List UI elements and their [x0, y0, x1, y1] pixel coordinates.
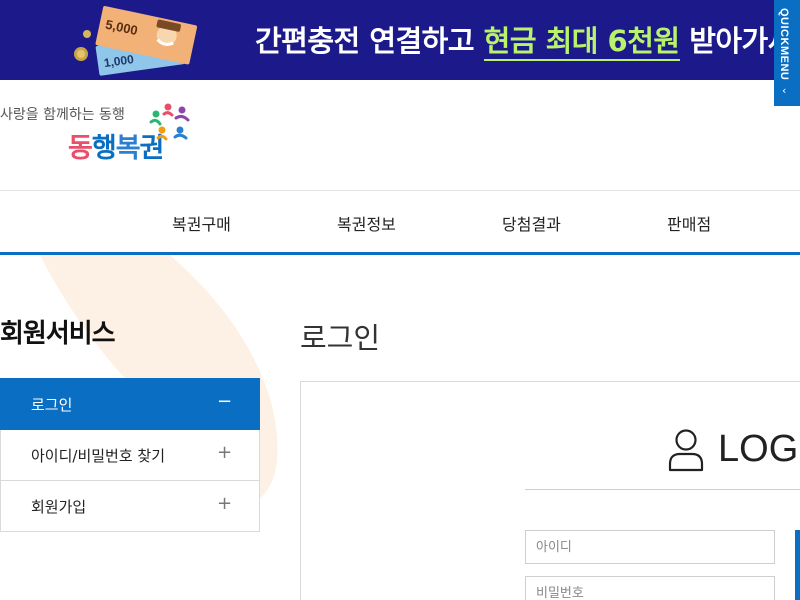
main-navigation: 복권구매 복권정보 당첨결과 판매점 [0, 191, 800, 253]
nav-item-results[interactable]: 당첨결과 [502, 211, 561, 235]
password-input[interactable] [525, 576, 775, 600]
chevron-left-icon: ‹ [782, 84, 787, 97]
sidebar-item-label: 로그인 [31, 396, 73, 414]
logo-char-1: 동 [68, 133, 93, 164]
logo-tagline: 사랑을 함께하는 동행 [0, 107, 125, 123]
quickmenu-button[interactable]: QUICKMENU ‹ [774, 0, 800, 106]
sidebar-item-find-account[interactable]: 아이디/비밀번호 찾기 + [0, 430, 260, 481]
logo-char-2: 행 [91, 133, 117, 164]
colorful-people-logo-icon [149, 103, 190, 141]
sidebar-item-label: 아이디/비밀번호 찾기 [31, 447, 166, 465]
sidebar-item-signup[interactable]: 회원가입 + [0, 481, 260, 532]
user-id-input[interactable] [525, 530, 775, 564]
sidebar-item-label: 회원가입 [31, 498, 87, 516]
nav-item-buy[interactable]: 복권구매 [172, 211, 231, 235]
promo-banner[interactable]: 1,000 5,000 간편충전 연결하고 현금 최대 6천원 받아가세요 [0, 0, 800, 80]
login-panel [300, 381, 800, 600]
sidebar-menu: 로그인 − 아이디/비밀번호 찾기 + 회원가입 + [0, 378, 260, 532]
page-title: 로그인 [300, 321, 381, 355]
sidebar-item-login[interactable]: 로그인 − [0, 378, 260, 430]
site-logo[interactable]: 사랑을 함께하는 동행 동행복권 [0, 100, 200, 175]
login-divider [525, 489, 800, 490]
plus-icon: + [217, 493, 233, 514]
nav-item-info[interactable]: 복권정보 [337, 211, 396, 235]
banner-text-before: 간편충전 연결하고 [255, 24, 484, 58]
sidebar-title: 회원서비스 [0, 319, 116, 349]
login-heading-text: LOGIN [718, 428, 800, 470]
logo-char-3: 복 [115, 133, 141, 164]
cash-character-illustration: 1,000 5,000 [74, 6, 198, 76]
banner-text-highlight: 현금 최대 6천원 [483, 24, 680, 61]
plus-icon: + [217, 442, 233, 463]
user-icon [668, 429, 704, 472]
login-submit-button[interactable] [795, 530, 800, 600]
banner-headline: 간편충전 연결하고 현금 최대 6천원 받아가세요 [255, 18, 800, 61]
quickmenu-label: QUICKMENU [778, 8, 790, 81]
nav-item-stores[interactable]: 판매점 [667, 211, 711, 235]
minus-icon: − [217, 391, 233, 412]
